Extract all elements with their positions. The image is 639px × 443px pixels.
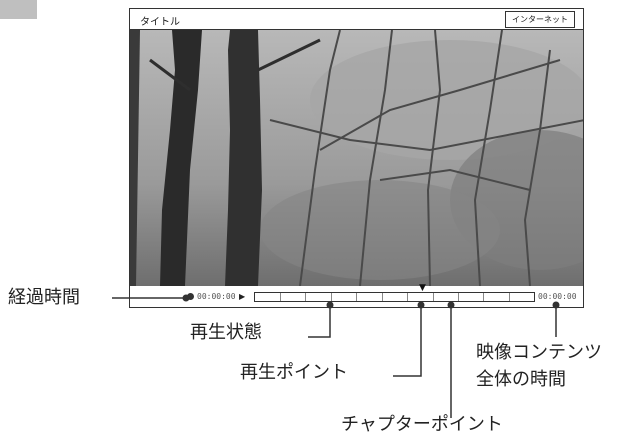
title-bar: タイトル インターネット [130, 9, 583, 30]
title-text: タイトル [140, 17, 180, 28]
chapter-tick[interactable] [356, 293, 357, 301]
callout-playback-point: 再生ポイント [240, 362, 348, 383]
corner-tab [0, 0, 37, 19]
chapter-tick[interactable] [280, 293, 281, 301]
video-frame [130, 30, 583, 286]
video-player: タイトル インターネット 00:00:00 ▶ ▼ 00:00:00 [129, 8, 584, 308]
play-icon[interactable]: ▶ [239, 292, 245, 301]
control-bar: 00:00:00 ▶ ▼ 00:00:00 [130, 283, 583, 308]
chapter-tick[interactable] [509, 293, 510, 301]
chapter-tick[interactable] [433, 293, 434, 301]
callout-total-time-line2: 全体の時間 [476, 369, 566, 390]
elapsed-indicator-icon [187, 293, 194, 300]
callout-chapter-point: チャプターポイント [341, 414, 503, 435]
chapter-tick[interactable] [407, 293, 408, 301]
internet-button[interactable]: インターネット [505, 11, 575, 28]
chapter-tick[interactable] [382, 293, 383, 301]
callout-total-time-line1: 映像コンテンツ [476, 342, 602, 363]
chapter-tick[interactable] [331, 293, 332, 301]
callout-elapsed-time: 経過時間 [8, 287, 80, 308]
seek-bar[interactable] [254, 292, 535, 302]
position-marker-icon[interactable]: ▼ [419, 283, 426, 293]
chapter-tick[interactable] [305, 293, 306, 301]
chapter-tick[interactable] [458, 293, 459, 301]
elapsed-time: 00:00:00 [197, 292, 236, 301]
chapter-tick[interactable] [483, 293, 484, 301]
forest-video-image [130, 30, 583, 286]
total-time: 00:00:00 [538, 292, 577, 301]
callout-playback-status: 再生状態 [190, 322, 262, 343]
